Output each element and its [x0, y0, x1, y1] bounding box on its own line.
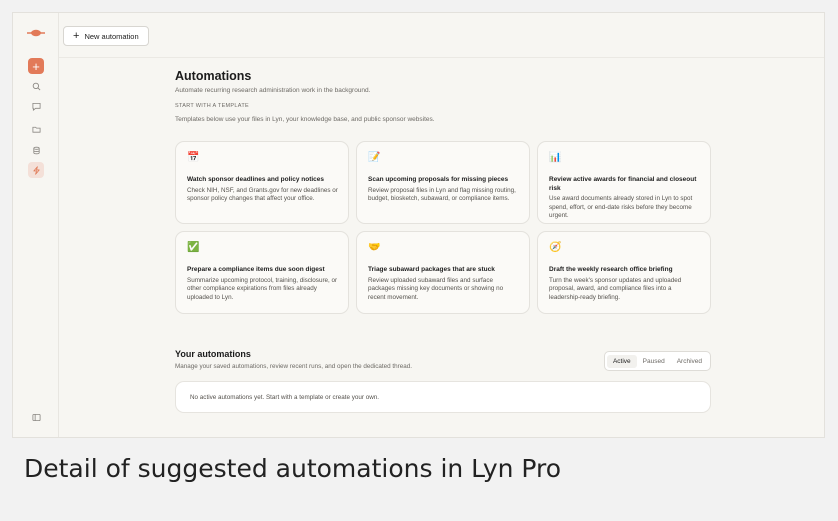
- automation-icon[interactable]: [28, 162, 44, 178]
- page-title: Automations: [175, 69, 252, 83]
- card-title: Watch sponsor deadlines and policy notic…: [187, 176, 325, 183]
- card-title: Draft the weekly research office briefin…: [549, 266, 673, 273]
- template-card-active-awards[interactable]: 📊 Review active awards for financial and…: [537, 141, 711, 224]
- template-card-proposals[interactable]: 📝 Scan upcoming proposals for missing pi…: [356, 141, 530, 224]
- tab-paused[interactable]: Paused: [637, 355, 671, 368]
- logo-icon: [27, 29, 45, 37]
- card-description: Check NIH, NSF, and Grants.gov for new d…: [187, 186, 338, 203]
- plus-icon: +: [73, 29, 80, 42]
- new-automation-label: New automation: [84, 31, 139, 41]
- template-grid: 📅 Watch sponsor deadlines and policy not…: [175, 141, 711, 314]
- app-window: + + New automation Automations Automate …: [12, 12, 825, 438]
- page-subtitle: Automate recurring research administrati…: [175, 87, 371, 94]
- bar-chart-icon: 📊: [549, 152, 562, 163]
- card-title: Review active awards for financial and c…: [549, 176, 697, 192]
- card-description: Review proposal files in Lyn and flag mi…: [368, 186, 516, 203]
- tab-archived[interactable]: Archived: [671, 355, 708, 368]
- check-mark-icon: ✅: [187, 242, 200, 253]
- template-card-compliance-digest[interactable]: ✅ Prepare a compliance items due soon di…: [175, 231, 349, 314]
- automation-status-tabs: Active Paused Archived: [603, 351, 711, 371]
- database-icon[interactable]: [28, 142, 44, 158]
- template-card-subaward-triage[interactable]: 🤝 Triage subaward packages that are stuc…: [356, 231, 530, 314]
- figure-caption: Detail of suggested automations in Lyn P…: [24, 454, 562, 483]
- sidebar: +: [13, 13, 59, 437]
- search-icon[interactable]: [28, 78, 44, 94]
- sidebar-toggle-icon[interactable]: [28, 409, 44, 425]
- template-section-label: START WITH A TEMPLATE: [175, 103, 249, 109]
- compass-icon: 🧭: [549, 242, 562, 253]
- template-section-desc: Templates below use your files in Lyn, y…: [175, 116, 435, 123]
- memo-icon: 📝: [368, 152, 381, 163]
- template-card-sponsor-deadlines[interactable]: 📅 Watch sponsor deadlines and policy not…: [175, 141, 349, 224]
- template-card-weekly-briefing[interactable]: 🧭 Draft the weekly research office brief…: [537, 231, 711, 314]
- card-description: Summarize upcoming protocol, training, d…: [187, 276, 338, 301]
- new-chat-icon[interactable]: +: [28, 58, 44, 74]
- tab-active[interactable]: Active: [606, 354, 637, 368]
- folder-icon[interactable]: [28, 121, 44, 137]
- topbar: + New automation: [59, 13, 824, 58]
- handshake-icon: 🤝: [368, 242, 381, 253]
- card-title: Triage subaward packages that are stuck: [368, 266, 495, 273]
- chat-icon[interactable]: [28, 98, 44, 114]
- main-content: Automations Automate recurring research …: [175, 69, 711, 413]
- new-automation-button[interactable]: + New automation: [63, 26, 149, 46]
- card-description: Review uploaded subaward files and surfa…: [368, 276, 504, 301]
- your-automations-section: Your automations Manage your saved autom…: [175, 349, 711, 413]
- card-title: Prepare a compliance items due soon dige…: [187, 266, 325, 273]
- card-title: Scan upcoming proposals for missing piec…: [368, 176, 509, 183]
- empty-state: No active automations yet. Start with a …: [175, 381, 711, 413]
- card-description: Turn the week's sponsor updates and uplo…: [549, 276, 682, 301]
- card-description: Use award documents already stored in Ly…: [549, 195, 693, 219]
- calendar-icon: 📅: [187, 152, 200, 163]
